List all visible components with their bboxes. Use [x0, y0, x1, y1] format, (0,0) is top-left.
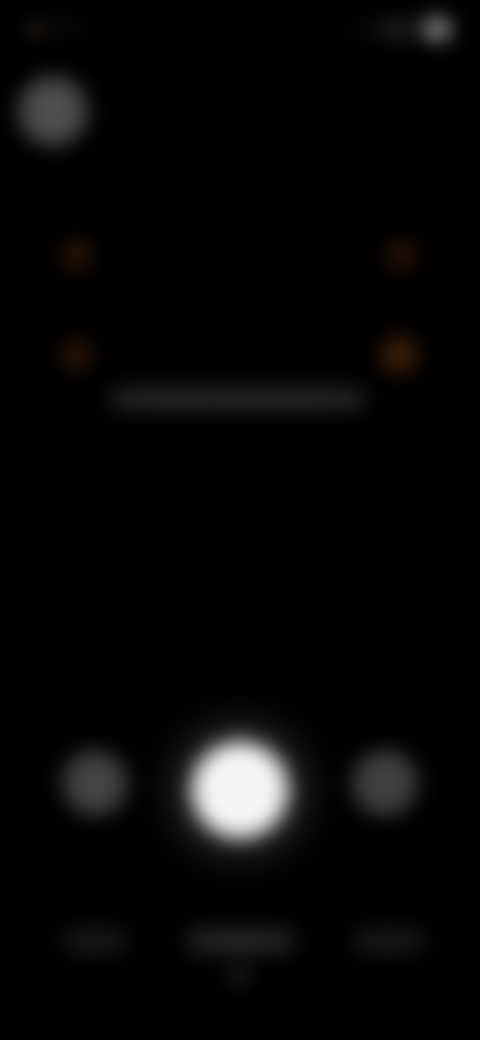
- status-bar-left: 9:41: [28, 18, 124, 40]
- light-label-text: Light: [372, 932, 406, 950]
- flashlight-button[interactable]: ✦: [352, 750, 418, 816]
- scan-frame-corner-bottom-right: [380, 336, 418, 374]
- battery-icon: [422, 17, 452, 41]
- scan-frame-corner-top-right: [386, 240, 416, 270]
- status-bar-right: 4G: [342, 14, 452, 44]
- shutter-button[interactable]: [192, 742, 288, 838]
- scan-mode-label-text: Scan: [223, 932, 259, 950]
- signal-icon: [380, 22, 414, 36]
- scan-frame-corner-bottom-left: [62, 340, 92, 370]
- scan-mode-label[interactable]: Scan: [186, 928, 296, 954]
- network-indicator: 4G: [353, 21, 372, 37]
- scan-frame-corner-top-left: [62, 240, 92, 270]
- light-label[interactable]: Light: [352, 928, 426, 954]
- image-icon: ▣: [85, 772, 105, 795]
- album-label[interactable]: Album: [62, 928, 128, 954]
- scan-hint-text: Align QR code within frame: [153, 391, 323, 407]
- status-time: 9:41: [50, 20, 82, 37]
- flashlight-icon: ✦: [376, 772, 394, 795]
- album-button[interactable]: ▣: [62, 750, 128, 816]
- camera-screen: 9:41 4G ✕ Align QR code within frame ▣ ✦…: [0, 0, 480, 1040]
- album-label-text: Album: [73, 932, 117, 950]
- close-icon: ✕: [42, 95, 64, 126]
- mode-indicator-dot: [230, 966, 248, 984]
- status-dot-icon: [28, 22, 42, 36]
- close-button[interactable]: ✕: [18, 76, 88, 146]
- scan-hint: Align QR code within frame: [110, 388, 366, 410]
